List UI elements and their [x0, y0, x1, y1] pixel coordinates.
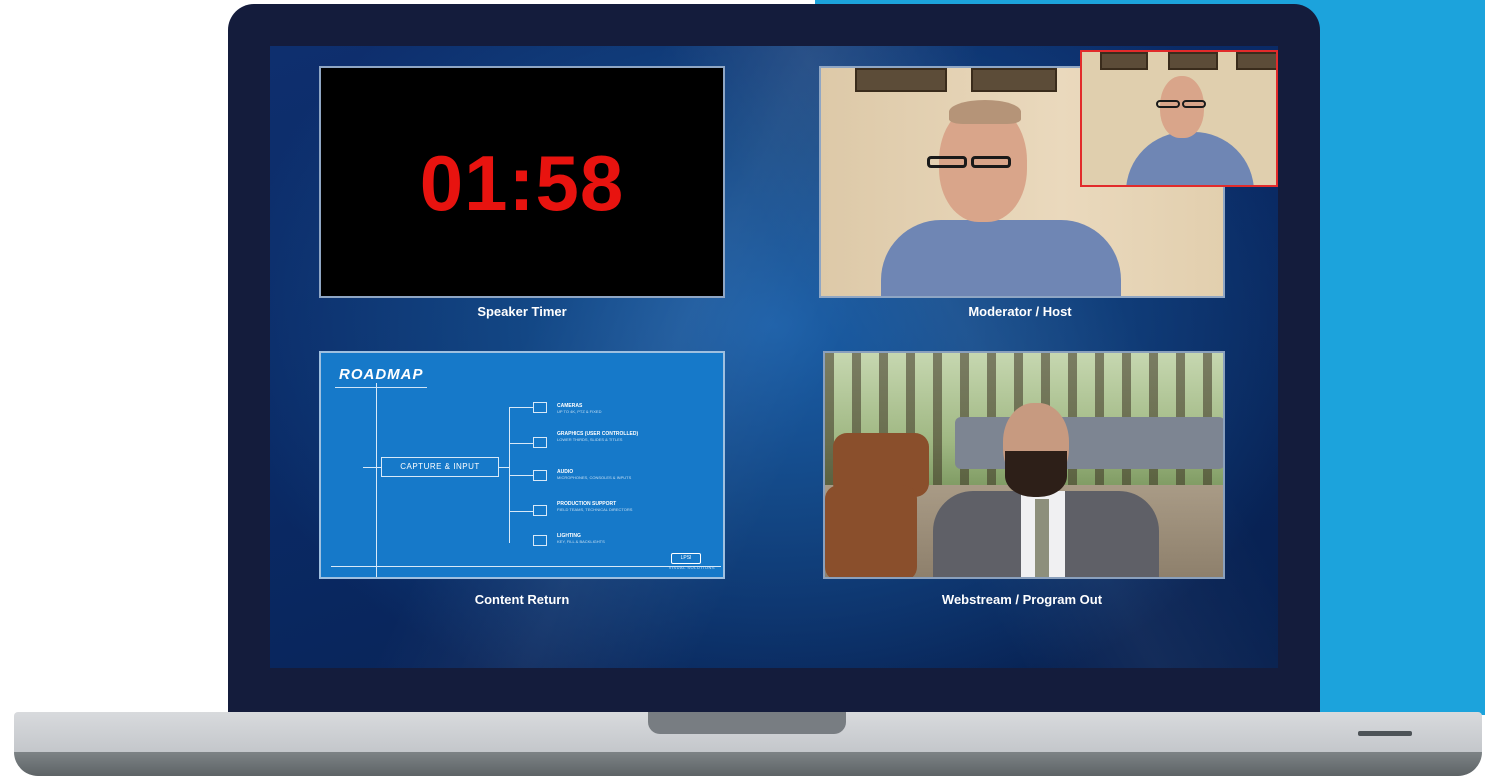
slide-logo: LPSI [671, 553, 701, 564]
laptop-icon [533, 505, 547, 516]
roadmap-title: ROADMAP [339, 366, 424, 383]
audio-icon [533, 470, 547, 481]
roadmap-item: GRAPHICS (USER CONTROLLED) LOWER THIRDS,… [557, 431, 639, 442]
sofa [955, 417, 1223, 469]
light-icon [533, 535, 547, 546]
capture-input-box: CAPTURE & INPUT [381, 457, 499, 477]
wall-frame [855, 68, 947, 92]
slide-logo-text: VISUAL SOLUTIONS [668, 565, 715, 570]
webstream-video [823, 351, 1225, 579]
roadmap-item: PRODUCTION SUPPORT FIELD TEAMS, TECHNICA… [557, 501, 633, 512]
camera-icon [533, 402, 547, 413]
webstream-caption: Webstream / Program Out [941, 592, 1103, 607]
chair [825, 485, 917, 577]
moderator-person [881, 220, 1121, 296]
laptop-base-edge [14, 752, 1482, 776]
speaker-timer-panel: 01:58 [319, 66, 725, 298]
content-return-panel: ROADMAP CAPTURE & INPUT CAMERAS UP TO 4K… [319, 351, 725, 579]
laptop-screen: 01:58 Speaker Timer Moderator / Host ROA… [270, 46, 1278, 668]
monitor-icon [533, 437, 547, 448]
self-view-pip [1080, 50, 1278, 187]
wall-frame [971, 68, 1057, 92]
laptop-hinge-notch [648, 712, 846, 734]
power-indicator [1358, 731, 1412, 736]
roadmap-item: LIGHTING KEY, FILL & BACKLIGHTS [557, 533, 605, 544]
content-return-caption: Content Return [474, 592, 570, 607]
roadmap-item: CAMERAS UP TO 4K, PTZ & FIXED [557, 403, 602, 414]
roadmap-item: AUDIO MICROPHONES, CONSOLES & INPUTS [557, 469, 632, 480]
timer-display: 01:58 [419, 139, 625, 227]
speaker-timer-caption: Speaker Timer [477, 304, 567, 319]
moderator-caption: Moderator / Host [968, 304, 1072, 319]
